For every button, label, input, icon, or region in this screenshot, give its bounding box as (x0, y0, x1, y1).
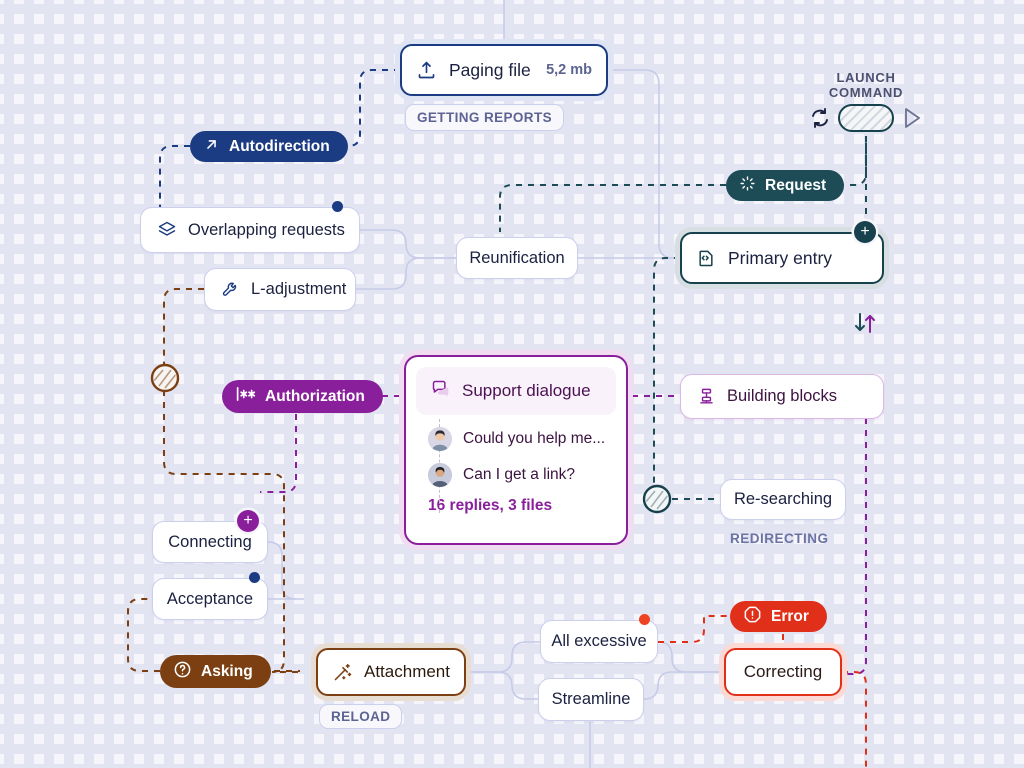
badge-plus-connecting[interactable]: + (237, 510, 259, 532)
pill-label: Authorization (265, 387, 365, 405)
node-label: Connecting (168, 532, 252, 551)
pill-asking[interactable]: Asking (160, 655, 271, 688)
badge-dot-overlapping-requests (332, 201, 343, 212)
node-re-searching[interactable]: Re-searching (720, 479, 846, 520)
card-support-dialogue[interactable]: Support dialogue Could you help me... Ca… (404, 355, 628, 545)
node-label: Paging file (449, 59, 531, 80)
support-dialogue-title: Support dialogue (462, 381, 591, 400)
launch-command-toggle[interactable] (838, 104, 894, 132)
pill-label: Asking (201, 662, 253, 680)
node-label: Correcting (743, 662, 823, 681)
node-label: L-adjustment (251, 280, 347, 298)
support-dialogue-header[interactable]: Support dialogue (416, 367, 616, 415)
node-l-adjustment[interactable]: L-adjustment (204, 268, 356, 311)
node-primary-entry[interactable]: Primary entry (680, 232, 884, 284)
user-avatar-2 (428, 463, 452, 487)
caption-redirecting: REDIRECTING (730, 531, 829, 546)
node-meta: 5,2 mb (546, 62, 592, 78)
pill-label: Request (765, 176, 827, 194)
node-correcting[interactable]: Correcting (724, 648, 842, 696)
node-label: Streamline (551, 690, 631, 708)
pill-request[interactable]: Request (726, 170, 845, 201)
launch-label-line1: LAUNCH (836, 70, 896, 85)
badge-dot-acceptance (249, 572, 260, 583)
node-all-excessive[interactable]: All excessive (540, 620, 658, 663)
node-label: Reunification (469, 248, 565, 267)
node-overlapping-requests[interactable]: Overlapping requests (140, 207, 360, 253)
upload-icon (416, 60, 437, 81)
sort-updown-icon[interactable] (850, 308, 880, 343)
pill-authorization[interactable]: Authorization (222, 380, 383, 413)
chip-getting-reports[interactable]: GETTING REPORTS (405, 104, 565, 131)
badge-plus-primary-entry[interactable]: + (854, 221, 876, 243)
node-paging-file[interactable]: Paging file 5,2 mb (400, 44, 608, 96)
play-icon[interactable] (900, 105, 924, 136)
password-dots-icon (235, 386, 256, 407)
refresh-icon[interactable] (808, 106, 832, 135)
node-label: Acceptance (166, 589, 254, 608)
magic-wand-icon (332, 662, 353, 683)
launch-command-label: LAUNCH COMMAND (816, 70, 916, 100)
message-text: Can I get a link? (463, 466, 576, 483)
layers-icon (157, 220, 177, 240)
brown-hatch-node (150, 363, 180, 393)
teal-hatch-node (642, 484, 672, 514)
alert-octagon-icon (743, 605, 762, 629)
node-label: Primary entry (728, 247, 833, 268)
question-circle-icon (173, 660, 192, 684)
launch-label-line2: COMMAND (828, 85, 904, 100)
wrench-icon (221, 280, 240, 299)
node-label: Building blocks (727, 387, 838, 405)
chip-reload[interactable]: RELOAD (319, 704, 403, 729)
node-building-blocks[interactable]: Building blocks (680, 374, 884, 419)
user-avatar-1 (428, 427, 452, 451)
pill-label: Error (771, 607, 809, 625)
pill-autodirection[interactable]: Autodirection (190, 131, 348, 162)
node-label: Re-searching (733, 490, 833, 508)
blocks-icon (697, 387, 716, 406)
node-streamline[interactable]: Streamline (538, 678, 644, 721)
node-label: Attachment (364, 662, 450, 681)
node-label: All excessive (551, 632, 647, 650)
flow-canvas[interactable]: Paging file 5,2 mb GETTING REPORTS Autod… (0, 0, 1024, 768)
node-label: Overlapping requests (188, 220, 345, 239)
code-file-icon (696, 248, 716, 268)
node-acceptance[interactable]: Acceptance (152, 578, 268, 620)
spinner-icon (739, 175, 756, 197)
pill-label: Autodirection (229, 137, 330, 155)
node-attachment[interactable]: Attachment (316, 648, 466, 696)
arrow-up-right-icon (203, 136, 220, 158)
badge-dot-all-excessive (639, 614, 650, 625)
support-dialogue-messages: Could you help me... Can I get a link? 1… (406, 415, 626, 527)
node-reunification[interactable]: Reunification (456, 237, 578, 279)
chat-bubbles-icon (430, 378, 451, 404)
chip-label: RELOAD (331, 709, 391, 724)
pill-error[interactable]: Error (730, 601, 827, 632)
message-text: Could you help me... (463, 430, 606, 447)
chip-label: GETTING REPORTS (417, 110, 553, 125)
